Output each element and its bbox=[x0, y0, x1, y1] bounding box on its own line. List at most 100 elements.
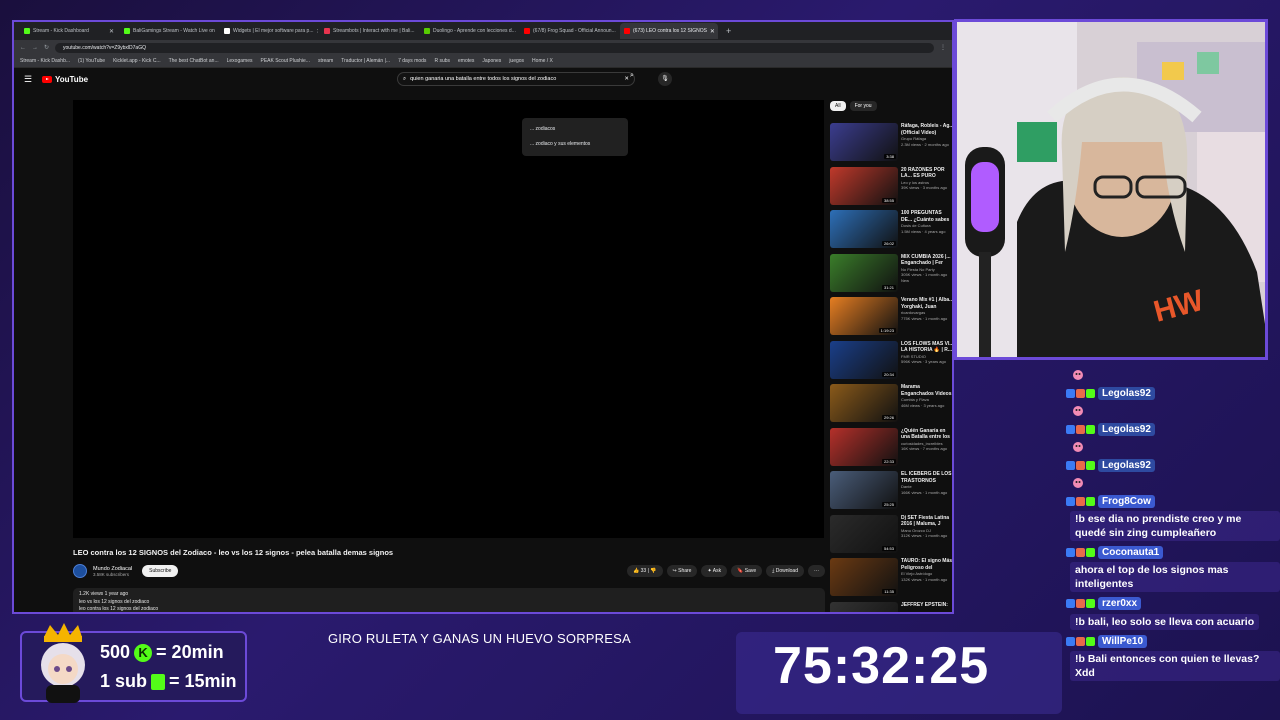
url-field[interactable]: youtube.com/watch?v=Z9ybxlD7aGQ bbox=[55, 42, 934, 53]
video-duration: 3:38 bbox=[884, 154, 896, 159]
chat-username[interactable]: Legolas92 bbox=[1098, 386, 1155, 400]
extensions-icon[interactable]: ⋮ bbox=[940, 44, 946, 51]
back-icon[interactable]: ← bbox=[20, 45, 26, 51]
video-thumbnail[interactable]: 20:34 bbox=[830, 340, 898, 379]
close-tab-icon[interactable]: ✕ bbox=[109, 28, 114, 35]
video-title[interactable]: Marama Enganchados Videos Oficiales - Cu… bbox=[901, 384, 952, 397]
video-thumbnail[interactable]: 1:19:23 bbox=[830, 297, 898, 335]
chat-username[interactable]: rzer0xx bbox=[1098, 596, 1142, 610]
browser-tab[interactable]: Streambots | Interact with me | Bali... ✕ bbox=[320, 23, 418, 39]
tab-favicon-icon bbox=[124, 28, 130, 34]
clear-search-icon[interactable]: ✕ bbox=[624, 76, 629, 82]
video-player[interactable] bbox=[73, 100, 824, 538]
close-tab-icon[interactable]: ✕ bbox=[317, 28, 319, 35]
video-title[interactable]: ¿Quién Ganaría en una Batalla entre los … bbox=[901, 428, 952, 441]
recommended-video[interactable]: 22:33 ¿Quién Ganaría en una Batalla entre… bbox=[830, 427, 952, 472]
download-button[interactable]: ⤓ Download bbox=[766, 565, 804, 577]
hamburger-menu-icon[interactable]: ☰ bbox=[24, 74, 38, 85]
video-thumbnail[interactable]: 22:33 bbox=[830, 427, 898, 466]
video-title[interactable]: Dj SET Fiesta Latina 2016 | Maluma, J Ba… bbox=[901, 515, 952, 528]
bookmark-item[interactable]: emotes bbox=[458, 58, 474, 64]
video-title[interactable]: TAURO: El signo Más Peligroso del ZODIAC… bbox=[901, 558, 952, 571]
bookmark-item[interactable]: Traductor | Alemán |... bbox=[341, 58, 390, 64]
video-thumbnail[interactable]: 29:26 bbox=[830, 384, 898, 422]
recommended-video[interactable]: 26:02 100 PREGUNTAS DE... ¿Cuánto sabes d… bbox=[830, 210, 952, 254]
chat-username[interactable]: Legolas92 bbox=[1098, 422, 1155, 436]
like-button[interactable]: 👍 33 | 👎 bbox=[627, 565, 663, 577]
video-thumbnail[interactable]: 31:21 bbox=[830, 253, 898, 292]
video-title[interactable]: MIX CUMBIA 2026 |... Enganchado | Fer Pa… bbox=[901, 254, 952, 267]
video-thumbnail[interactable]: 54:53 bbox=[830, 514, 898, 553]
browser-tab[interactable]: (67/8) Frog Squad - Official Announ...✕ bbox=[520, 23, 618, 39]
bookmark-item[interactable]: 7 days mods bbox=[398, 58, 426, 64]
bookmark-item[interactable]: R subs bbox=[434, 58, 450, 64]
description-meta: 1.2K views 1 year ago bbox=[79, 591, 129, 597]
recommended-video[interactable]: 25:25 EL ICEBERG DE LOS TRASTORNOS MENTAL… bbox=[830, 471, 952, 515]
bookmark-item[interactable]: Stream - Kick Dashb... bbox=[20, 58, 70, 64]
video-title[interactable]: LOS FLOWS MÁS VI... LA HISTORIA 🔥 | R... bbox=[901, 341, 952, 354]
video-title[interactable]: Verano Mix #1 | Alba... Yorghaki, Juan M… bbox=[901, 297, 952, 310]
thumbs-down-icon[interactable]: 👎 bbox=[650, 568, 656, 574]
bookmark-item[interactable]: juegos bbox=[509, 58, 524, 64]
microphone-icon[interactable]: 🎙 bbox=[658, 72, 672, 86]
recommended-video[interactable]: 38:55 20 RAZONES POR LA... ES PURO FUEGO,… bbox=[830, 166, 952, 211]
forward-icon[interactable]: → bbox=[32, 45, 38, 51]
download-label: Download bbox=[775, 568, 798, 574]
video-title[interactable]: JEFFREY EPSTEIN: bbox=[901, 602, 952, 609]
recommended-video[interactable]: 29:26 Marama Enganchados Videos Oficiales… bbox=[830, 384, 952, 428]
bookmark-item[interactable]: PEAK Scout Plushie... bbox=[260, 58, 309, 64]
recommended-video[interactable]: 11:35 TAURO: El signo Más Peligroso del Z… bbox=[830, 558, 952, 602]
video-thumbnail[interactable]: 38:55 bbox=[830, 166, 898, 205]
chat-username[interactable]: Legolas92 bbox=[1098, 458, 1155, 472]
filter-chip-for-you[interactable]: For you bbox=[849, 101, 877, 111]
ask-button[interactable]: ✦ Ask bbox=[701, 565, 728, 577]
chat-username[interactable]: Frog8Cow bbox=[1098, 494, 1155, 508]
video-title[interactable]: Ráfaga, Robleis - Ag... (Official Video) bbox=[901, 123, 952, 136]
video-thumbnail[interactable]: 3:38 bbox=[830, 123, 898, 161]
bookmark-item[interactable]: stream bbox=[318, 58, 333, 64]
new-tab-button[interactable]: + bbox=[720, 26, 737, 36]
video-title[interactable]: EL ICEBERG DE LOS TRASTORNOS MENTALES bbox=[901, 471, 952, 484]
search-button-icon[interactable]: ⌕ bbox=[630, 72, 634, 80]
share-button[interactable]: ↪ Share bbox=[666, 565, 698, 577]
chat-username[interactable]: WillPe10 bbox=[1098, 634, 1148, 648]
bookmark-item[interactable]: Kicklet.app - Kick C... bbox=[113, 58, 161, 64]
filter-chip-all[interactable]: All bbox=[830, 101, 846, 111]
browser-tab[interactable]: Stream - Kick Dashboard ✕ bbox=[20, 23, 118, 39]
browser-tab[interactable]: Duolingo - Aprende con lecciones d...✕ bbox=[420, 23, 518, 39]
suggestion-item[interactable]: ... zodiaco y sus elementos bbox=[530, 137, 620, 152]
bookmark-item[interactable]: The best ChatBot an... bbox=[169, 58, 219, 64]
video-thumbnail[interactable]: 25:25 bbox=[830, 471, 898, 509]
recommended-video[interactable]: 20:34 LOS FLOWS MÁS VI... LA HISTORIA 🔥 |… bbox=[830, 340, 952, 385]
video-thumbnail[interactable]: 11:35 bbox=[830, 558, 898, 596]
bookmark-item[interactable]: Japones bbox=[482, 58, 501, 64]
bookmark-item[interactable]: Home / X bbox=[532, 58, 553, 64]
description-box[interactable]: 1.2K views 1 year ago leo vs los 12 sign… bbox=[73, 588, 825, 612]
subscribe-button[interactable]: Subscribe bbox=[142, 565, 179, 577]
save-button[interactable]: 🔖 Save bbox=[731, 565, 763, 577]
chat-overlay: Legolas92 Legolas92 Legolas92 Frog8Cow !b es… bbox=[1066, 366, 1280, 720]
chat-username[interactable]: Coconauta1 bbox=[1098, 545, 1164, 559]
bookmark-item[interactable]: Lexogames bbox=[227, 58, 253, 64]
recommended-video[interactable]: 54:53 Dj SET Fiesta Latina 2016 | Maluma,… bbox=[830, 514, 952, 559]
bookmark-item[interactable]: (1) YouTube bbox=[78, 58, 105, 64]
recommended-video[interactable]: 3:38 Ráfaga, Robleis - Ag... (Official Vi… bbox=[830, 123, 952, 167]
browser-tab[interactable]: BaliGamings Stream - Watch Live on✕ bbox=[120, 23, 218, 39]
channel-avatar[interactable] bbox=[73, 564, 87, 578]
recommended-video[interactable]: 31:21 MIX CUMBIA 2026 |... Enganchado | F… bbox=[830, 253, 952, 298]
video-thumbnail[interactable] bbox=[830, 601, 898, 612]
video-title[interactable]: 20 RAZONES POR LA... ES PURO FUEGO, PEL.… bbox=[901, 167, 952, 180]
more-actions-button[interactable]: ··· bbox=[808, 565, 825, 577]
suggestion-item[interactable]: ... zodiacos bbox=[530, 122, 620, 137]
browser-tab[interactable]: Widgets | El mejor software para p...✕ bbox=[220, 23, 318, 39]
search-input[interactable]: ⌕ quien ganaria una batalla entre todos … bbox=[397, 72, 635, 86]
youtube-logo[interactable]: YouTube bbox=[42, 75, 88, 84]
video-title[interactable]: 100 PREGUNTAS DE... ¿Cuánto sabes de es.… bbox=[901, 210, 952, 223]
browser-tab[interactable]: (673) LEO contra los 12 SIGNOS ✕ bbox=[620, 23, 718, 39]
reload-icon[interactable]: ↻ bbox=[44, 44, 49, 51]
video-duration: 26:02 bbox=[881, 241, 896, 246]
recommended-video[interactable]: JEFFREY EPSTEIN:⋮ bbox=[830, 601, 952, 612]
video-thumbnail[interactable]: 26:02 bbox=[830, 210, 898, 248]
recommended-video[interactable]: 1:19:23 Verano Mix #1 | Alba... Yorghaki,… bbox=[830, 297, 952, 341]
close-tab-icon[interactable]: ✕ bbox=[710, 28, 715, 35]
